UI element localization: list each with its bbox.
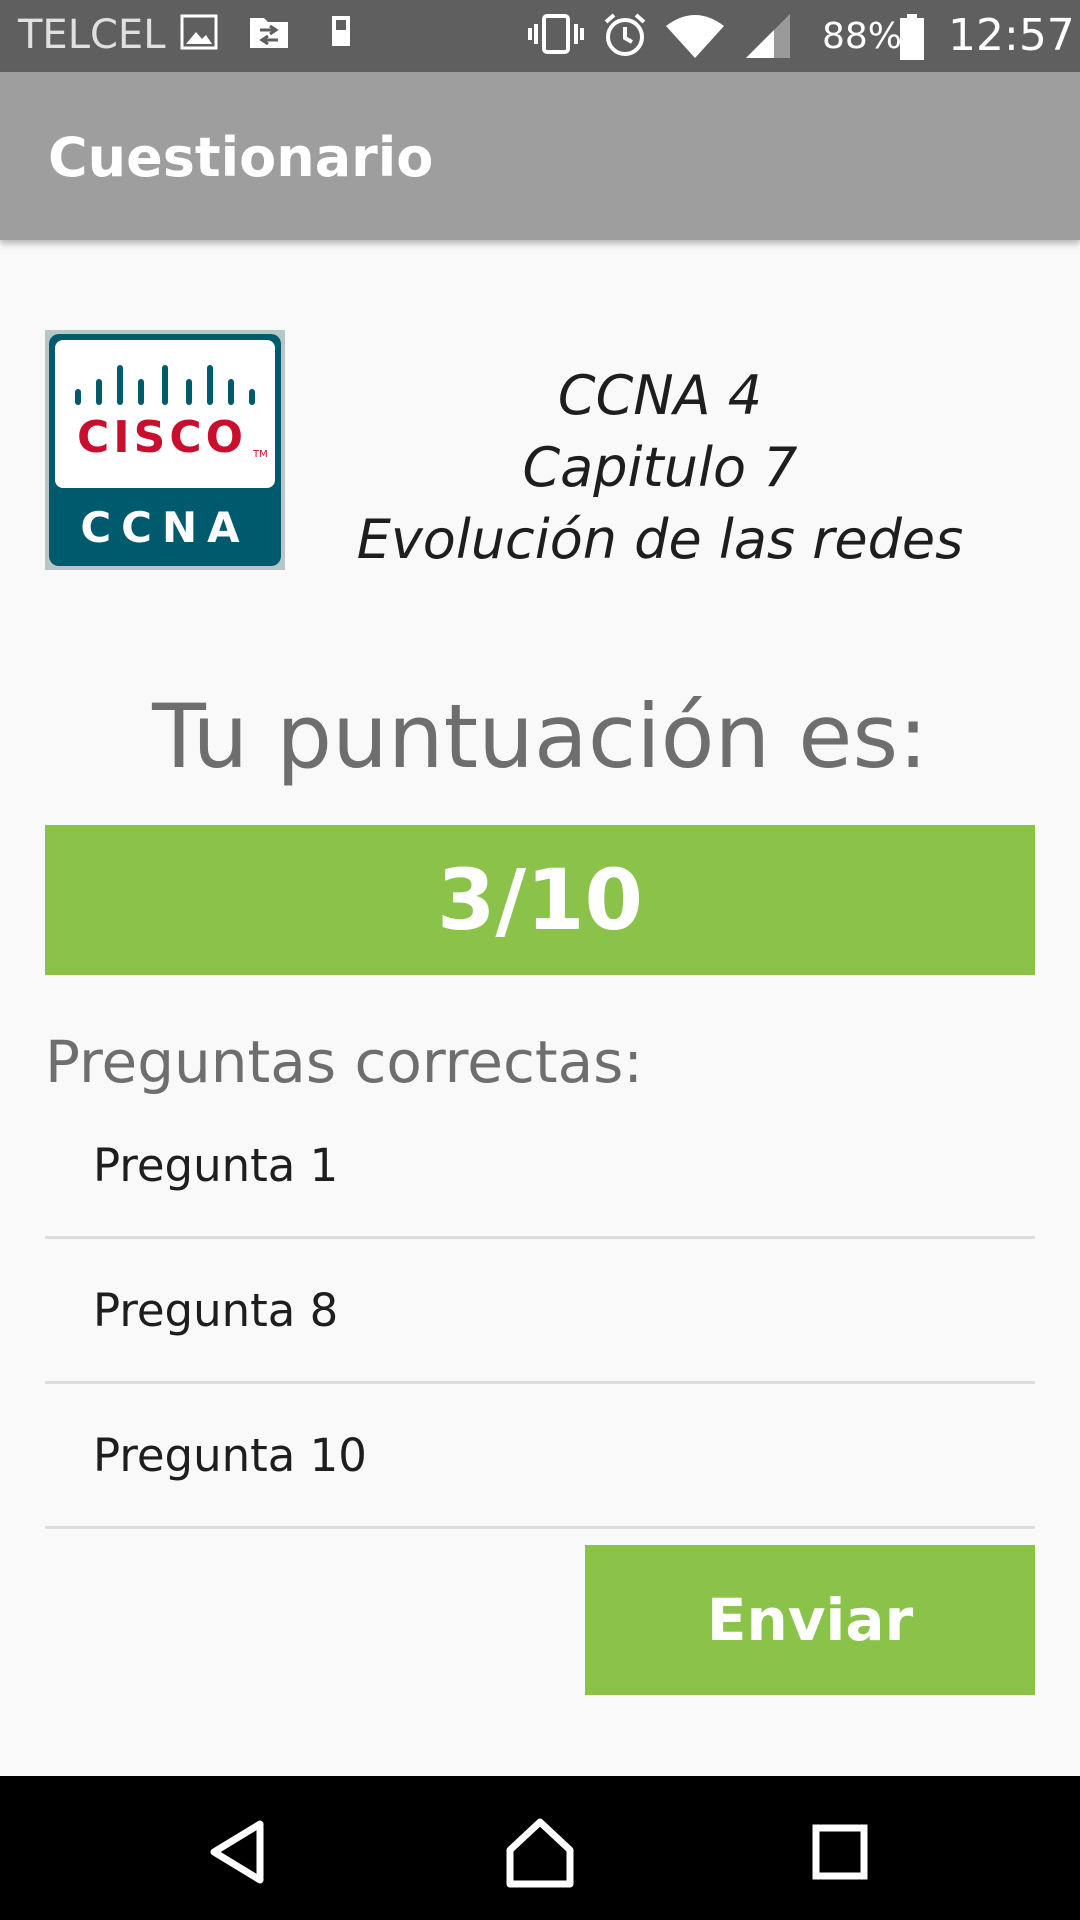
send-button[interactable]: Enviar [585, 1545, 1035, 1695]
chapter-title: Capitulo 7 [522, 436, 798, 499]
cisco-ccna-logo: CISCO TM CCNA [45, 330, 285, 570]
battery-percent: 88% [822, 16, 903, 57]
score-value: 3/10 [436, 851, 644, 949]
list-item-label: Pregunta 1 [93, 1138, 339, 1192]
vibrate-icon [528, 12, 584, 60]
signal-icon [744, 12, 792, 64]
status-bar: TELCEL 88% 12:57 [0, 0, 1080, 72]
app-bar: Cuestionario [0, 72, 1080, 240]
logo-product-text: CCNA [80, 503, 249, 552]
navigation-bar [0, 1776, 1080, 1920]
alarm-icon [602, 12, 648, 62]
image-icon [180, 12, 218, 56]
battery-icon [898, 12, 926, 66]
list-item-label: Pregunta 10 [93, 1428, 367, 1482]
clock: 12:57 [948, 10, 1075, 61]
list-item-label: Pregunta 8 [93, 1283, 339, 1337]
carrier-name: TELCEL [18, 12, 166, 58]
recents-icon[interactable] [800, 1812, 880, 1892]
logo-tm-text: TM [252, 449, 268, 460]
home-icon[interactable] [500, 1812, 580, 1892]
list-item[interactable]: Pregunta 8 [45, 1239, 1035, 1384]
score-display: 3/10 [45, 825, 1035, 975]
course-title: CCNA 4 [557, 364, 763, 427]
correct-questions-label: Preguntas correctas: [45, 1028, 643, 1096]
chapter-subtitle: Evolución de las redes [356, 508, 964, 571]
correct-questions-list: Pregunta 1 Pregunta 8 Pregunta 10 [45, 1094, 1035, 1529]
list-item[interactable]: Pregunta 1 [45, 1094, 1035, 1239]
score-label: Tu puntuación es: [152, 685, 928, 788]
file-transfer-icon [248, 12, 290, 56]
back-icon[interactable] [200, 1812, 280, 1892]
list-item[interactable]: Pregunta 10 [45, 1384, 1035, 1529]
device-icon [328, 12, 356, 56]
send-button-label: Enviar [706, 1586, 914, 1654]
logo-brand-text: CISCO [77, 412, 247, 463]
wifi-icon [664, 12, 726, 64]
app-title: Cuestionario [48, 126, 434, 189]
quiz-header: CCNA 4 Capitulo 7 Evolución de las redes [330, 360, 990, 576]
